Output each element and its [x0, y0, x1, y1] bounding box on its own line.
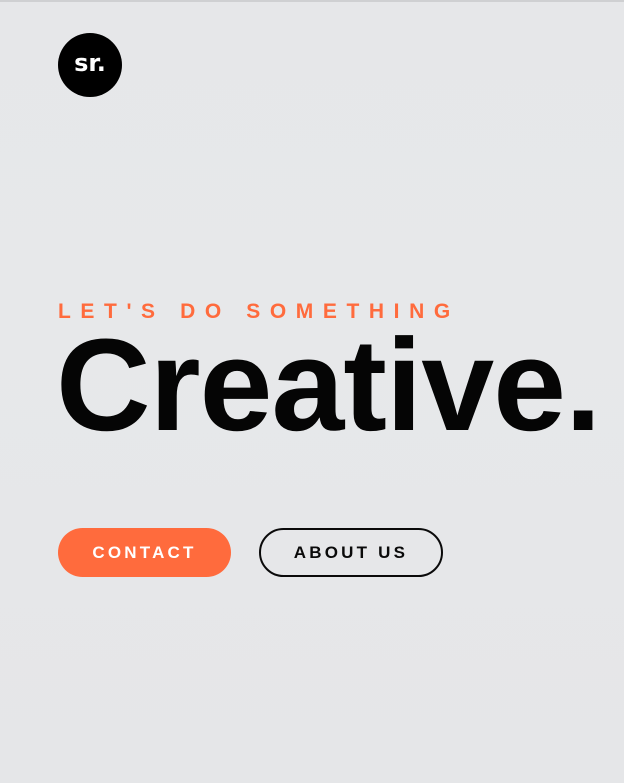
top-border [0, 0, 624, 2]
contact-button-label: CONTACT [92, 542, 197, 562]
logo-text: sr. [74, 49, 106, 77]
hero-headline: Creative. [56, 311, 601, 458]
about-us-button[interactable]: ABOUT US [259, 528, 443, 577]
contact-button[interactable]: CONTACT [58, 528, 231, 577]
about-us-button-label: ABOUT US [293, 542, 409, 562]
logo[interactable]: sr. [58, 33, 122, 97]
